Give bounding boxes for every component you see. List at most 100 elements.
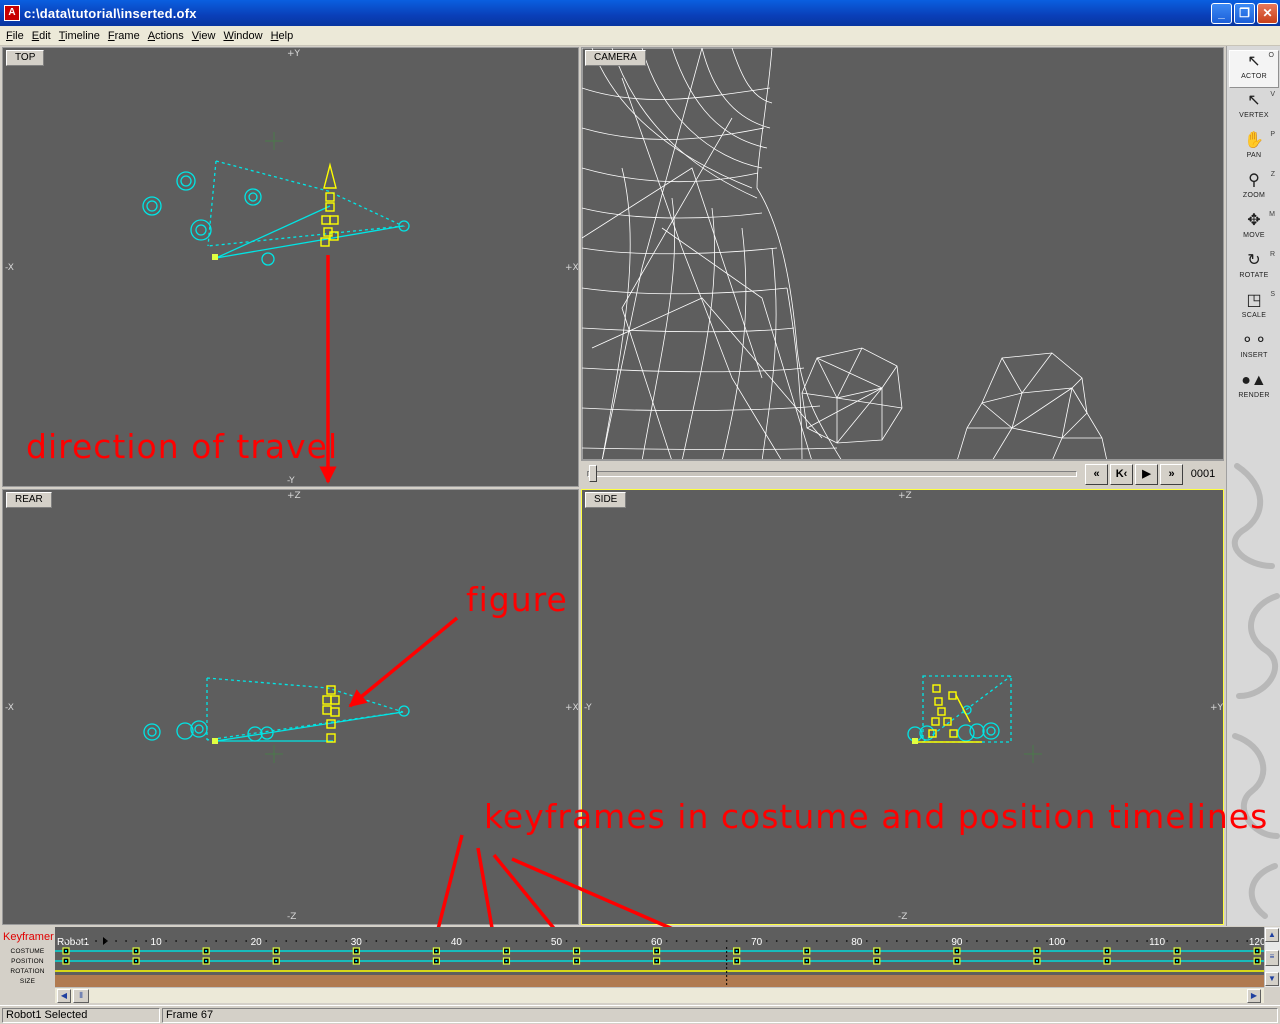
keyframe-center xyxy=(505,950,508,952)
menu-window[interactable]: Window xyxy=(219,30,266,42)
track-label-position[interactable]: POSITION xyxy=(0,958,55,965)
frame-dot xyxy=(465,940,468,942)
scroll-up-button[interactable]: ▲ xyxy=(1265,928,1279,942)
rotate-tool-button[interactable]: R ↻ ROTATE xyxy=(1229,250,1279,288)
frame-dot xyxy=(205,940,208,942)
frame-dot xyxy=(1116,940,1118,942)
frame-dot xyxy=(515,940,518,942)
frame-dot xyxy=(365,940,368,942)
frame-dot xyxy=(635,940,638,942)
menu-file[interactable]: File xyxy=(2,30,28,42)
scroll-left-button[interactable]: ◀ xyxy=(57,989,71,1003)
frame-dot xyxy=(195,940,198,942)
frame-tick-label: 110 xyxy=(1149,937,1165,948)
frame-dot xyxy=(395,940,398,942)
top-viewport[interactable]: TOP +Y -Y -X +X xyxy=(2,47,579,487)
frame-dot xyxy=(1176,940,1179,942)
frame-dot xyxy=(105,940,107,942)
frame-dot xyxy=(1236,940,1239,942)
scroll-thumb[interactable]: ≡ xyxy=(1265,950,1279,966)
frame-slider-track[interactable] xyxy=(587,471,1077,477)
frame-dot xyxy=(345,940,348,942)
frame-slider-thumb[interactable] xyxy=(589,465,597,482)
frame-dot xyxy=(425,940,428,942)
frame-dot xyxy=(645,940,648,942)
menu-view[interactable]: View xyxy=(188,30,220,42)
frame-dot xyxy=(315,940,318,942)
frame-dot xyxy=(1046,940,1048,942)
frame-dot xyxy=(445,940,448,942)
scale-tool-button[interactable]: S ◳ SCALE xyxy=(1229,290,1279,328)
frame-dot xyxy=(705,940,708,942)
rear-viewport[interactable]: REAR +Z -Z -X +X xyxy=(2,489,579,925)
frame-dot xyxy=(265,940,268,942)
menu-actions[interactable]: Actions xyxy=(144,30,188,42)
track-label-rotation[interactable]: ROTATION xyxy=(0,968,55,975)
keyframe-center xyxy=(135,950,138,952)
insert-tool-button[interactable]: ⚬⚬ INSERT xyxy=(1229,330,1279,368)
annotation-keyframes: keyframes in costume and position timeli… xyxy=(484,797,1269,836)
pan-tool-button[interactable]: P ✋ PAN xyxy=(1229,130,1279,168)
render-tool-button[interactable]: ●▲ RENDER xyxy=(1229,370,1279,408)
frame-dot xyxy=(1166,940,1169,942)
frame-dot xyxy=(875,940,878,942)
keyframer-timeline[interactable]: Robot1 10 20 30 40 50 60 70 80 90 100 110 120 xyxy=(55,927,1264,987)
frame-dot xyxy=(986,940,988,942)
frame-dot xyxy=(795,940,798,942)
rear-viewport-label: REAR xyxy=(6,492,52,508)
close-button[interactable]: ✕ xyxy=(1257,3,1278,24)
keyframe-center xyxy=(955,950,958,952)
keyframe-center xyxy=(735,960,738,962)
frame-dot xyxy=(1066,940,1068,942)
frame-dot xyxy=(375,940,378,942)
first-frame-button[interactable]: « xyxy=(1085,464,1108,485)
frame-dot xyxy=(825,940,828,942)
zoom-tool-button[interactable]: Z ⚲ ZOOM xyxy=(1229,170,1279,208)
scroll-h-thumb[interactable]: ⫴ xyxy=(73,989,89,1003)
keyframe-center xyxy=(655,960,658,962)
track-label-costume[interactable]: COSTUME xyxy=(0,948,55,955)
actor-name: Robot1 xyxy=(57,937,90,948)
frame-dot xyxy=(295,940,298,942)
prev-key-button[interactable]: K‹ xyxy=(1110,464,1133,485)
frame-dot xyxy=(65,940,67,942)
frame-dot xyxy=(715,940,718,942)
keyframer-vertical-scrollbar[interactable]: ▲ ≡ ▼ xyxy=(1264,927,1280,987)
menu-bar: File Edit Timeline Frame Actions View Wi… xyxy=(0,26,1280,46)
menu-frame[interactable]: Frame xyxy=(104,30,144,42)
frame-dot xyxy=(835,940,838,942)
title-bar[interactable]: A c:\data\tutorial\inserted.ofx _ ❐ ✕ xyxy=(0,0,1280,26)
side-viewport[interactable]: SIDE +Z -Z -Y +Y xyxy=(581,489,1224,925)
frame-dot xyxy=(1016,940,1018,942)
insert-icon: ⚬⚬ xyxy=(1240,332,1268,349)
keyframe-center xyxy=(275,960,278,962)
scroll-right-button[interactable]: ▶ xyxy=(1247,989,1261,1003)
status-selection: Robot1 Selected xyxy=(2,1008,160,1023)
frame-dot xyxy=(675,940,678,942)
maximize-button[interactable]: ❐ xyxy=(1234,3,1255,24)
vertex-tool-button[interactable]: V ↖ VERTEX xyxy=(1229,90,1279,128)
keyframe-center xyxy=(875,960,878,962)
camera-viewport[interactable]: CAMERA xyxy=(581,47,1224,460)
frame-dot xyxy=(905,940,908,942)
current-frame-field[interactable]: 0001 xyxy=(1185,464,1221,485)
axis-label: -X xyxy=(5,703,14,713)
minimize-button[interactable]: _ xyxy=(1211,3,1232,24)
play-button[interactable]: ▶ xyxy=(1135,464,1158,485)
menu-timeline[interactable]: Timeline xyxy=(55,30,104,42)
menu-help[interactable]: Help xyxy=(267,30,298,42)
actor-tool-button[interactable]: O ↖ ACTOR xyxy=(1229,50,1279,88)
keyframer-panel: Keyframer COSTUME POSITION ROTATION SIZE… xyxy=(0,927,1280,1005)
frame-dot xyxy=(545,940,548,942)
last-frame-button[interactable]: » xyxy=(1160,464,1183,485)
axis-label: -Y xyxy=(584,703,592,713)
scroll-down-button[interactable]: ▼ xyxy=(1265,972,1279,986)
keyframer-track-labels: Keyframer COSTUME POSITION ROTATION SIZE xyxy=(0,927,55,987)
move-tool-button[interactable]: M ✥ MOVE xyxy=(1229,210,1279,248)
shortcut-key: P xyxy=(1270,131,1275,138)
tool-label: MOVE xyxy=(1243,232,1265,239)
track-label-size[interactable]: SIZE xyxy=(0,978,55,985)
menu-edit[interactable]: Edit xyxy=(28,30,55,42)
keyframer-horizontal-scrollbar[interactable]: ◀ ⫴ ▶ xyxy=(55,987,1264,1003)
frame-dot xyxy=(845,940,848,942)
